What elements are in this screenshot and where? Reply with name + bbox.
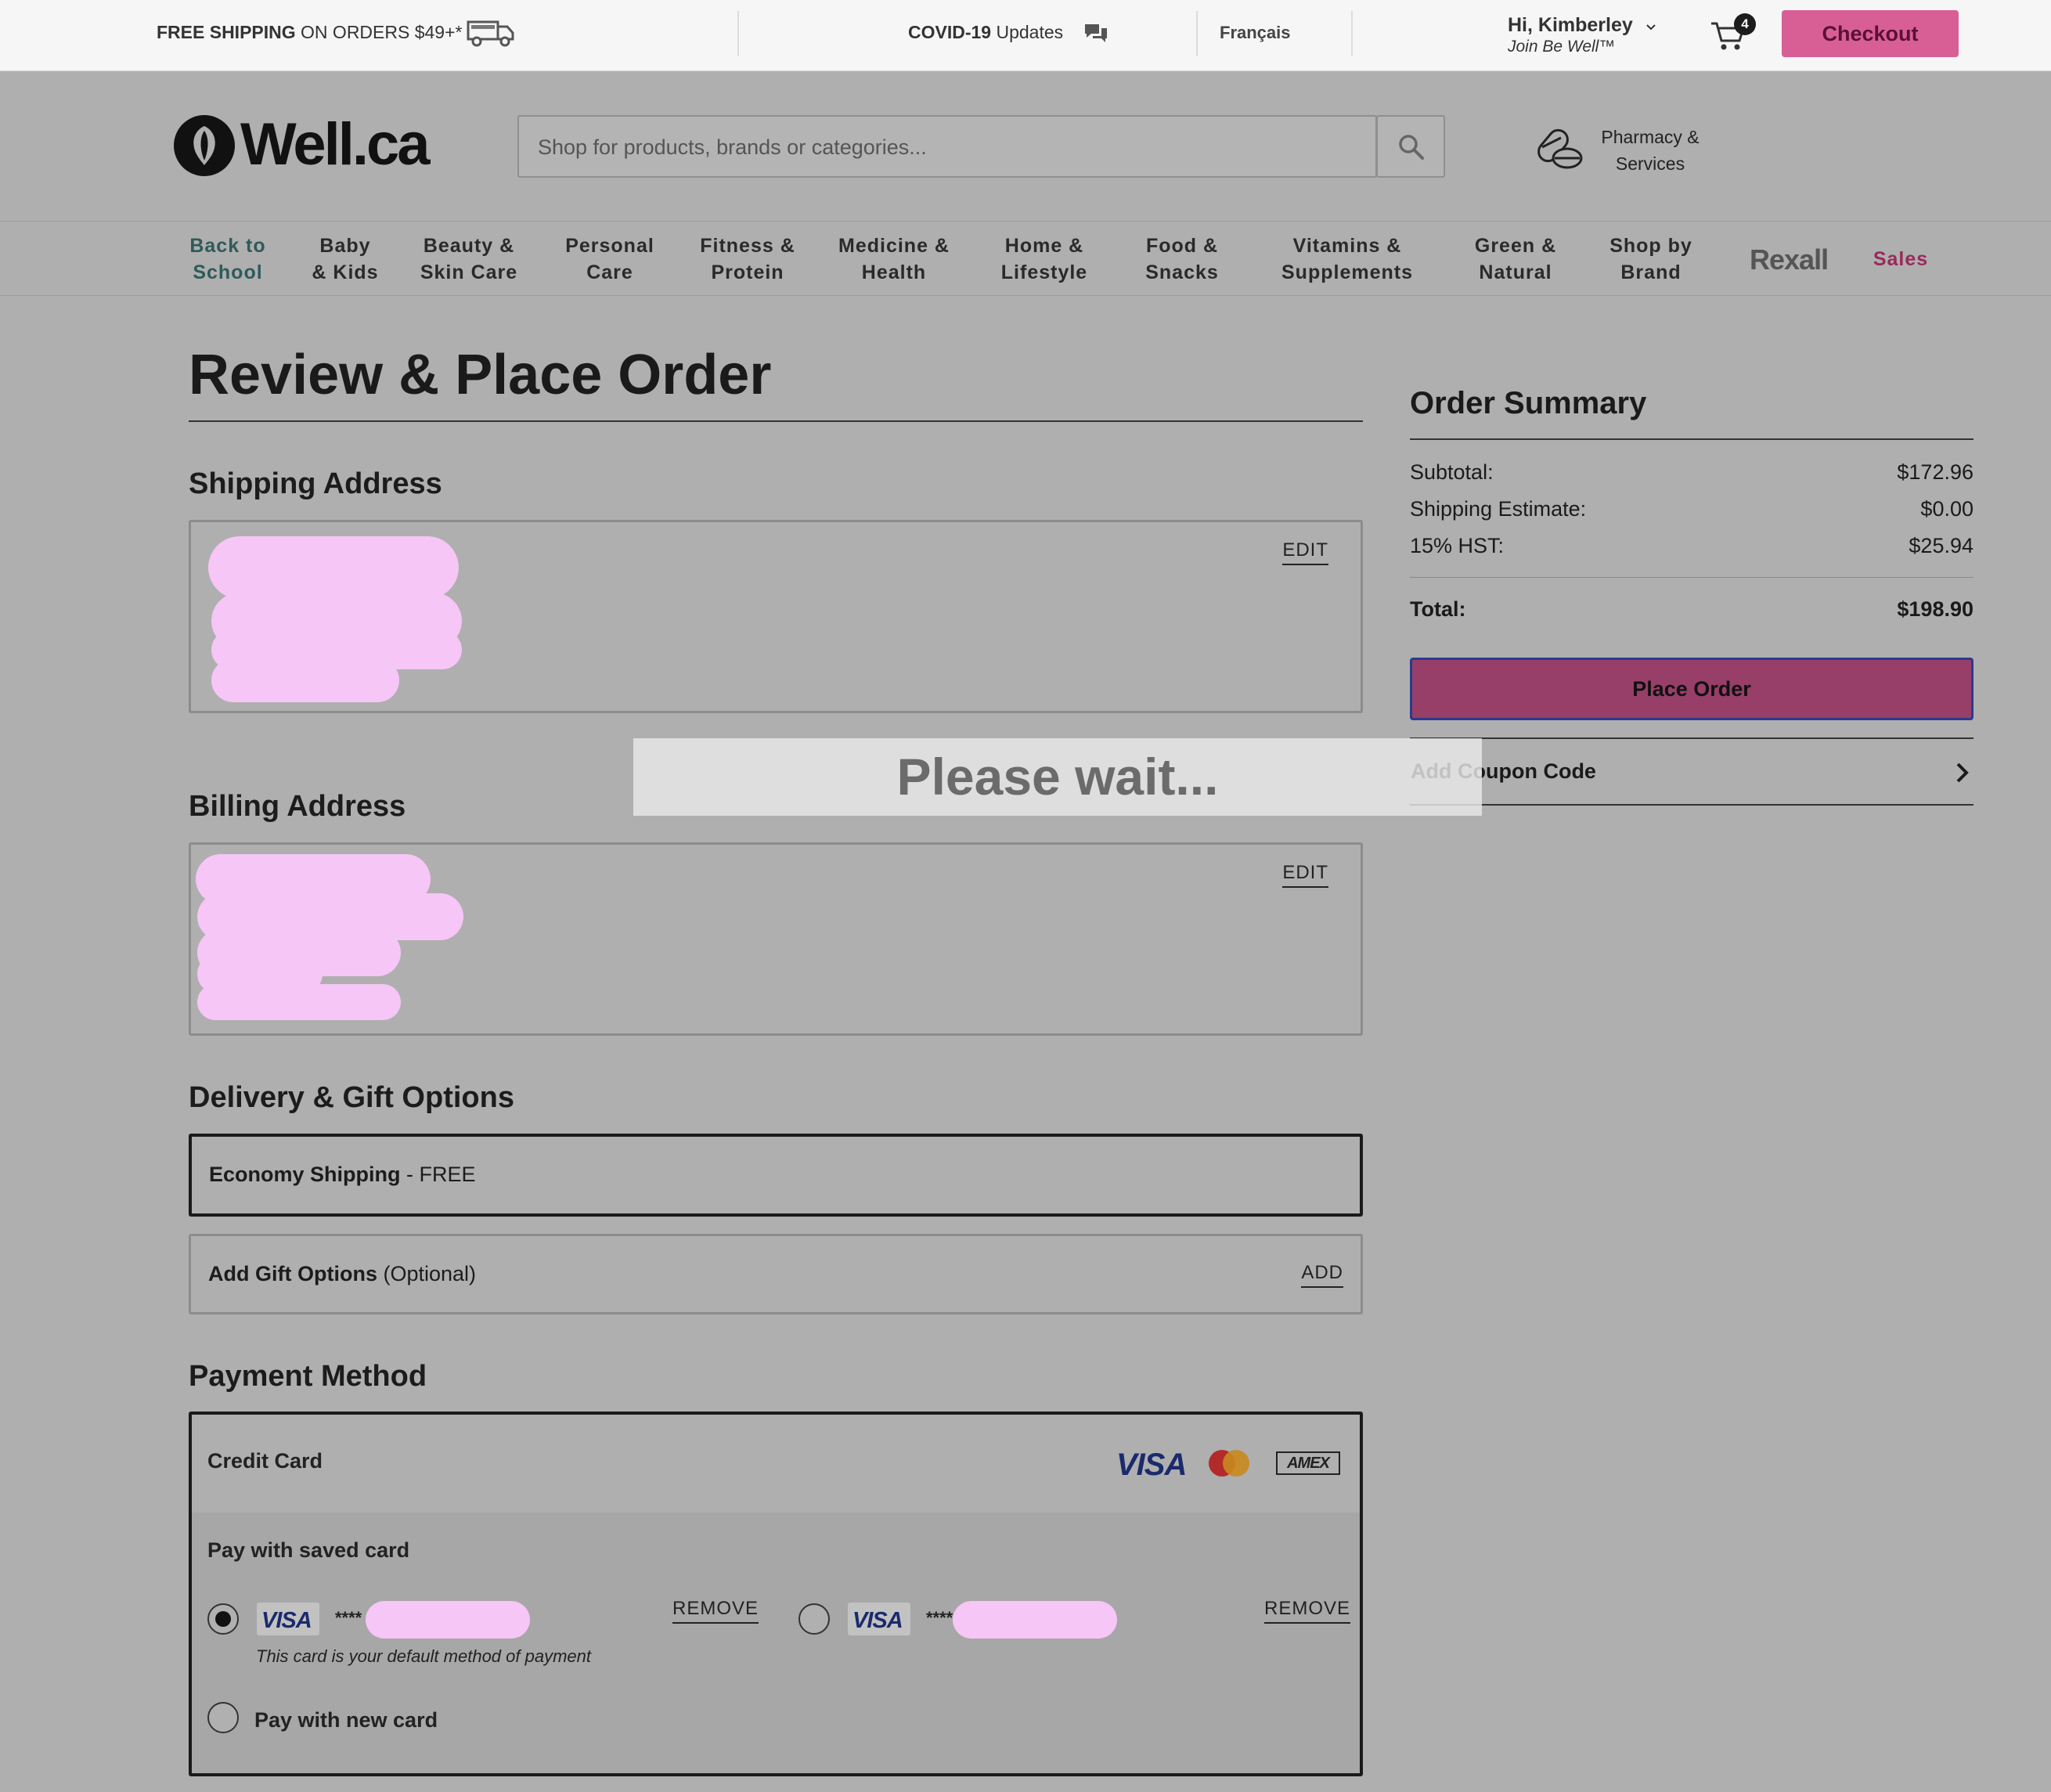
masked-card-number: **** bbox=[926, 1608, 953, 1628]
subtotal-value: $172.96 bbox=[1897, 460, 1974, 484]
nav-medicine-health[interactable]: Medicine & Health bbox=[838, 233, 950, 286]
redacted-address bbox=[208, 536, 459, 599]
nav-green-natural[interactable]: Green & Natural bbox=[1475, 233, 1556, 286]
checkout-button[interactable]: Checkout bbox=[1782, 10, 1959, 57]
order-summary-heading: Order Summary bbox=[1410, 386, 1647, 420]
search-button[interactable] bbox=[1376, 115, 1445, 178]
chevron-right-icon[interactable] bbox=[1954, 761, 1971, 784]
credit-card-label: Credit Card bbox=[207, 1449, 323, 1473]
amex-logo-icon: AMEX bbox=[1276, 1451, 1340, 1475]
place-order-button[interactable]: Place Order bbox=[1410, 658, 1974, 720]
visa-logo-icon: VISA bbox=[1116, 1448, 1187, 1482]
payment-method-panel: Credit Card VISA AMEX Pay with saved car… bbox=[189, 1412, 1363, 1776]
redacted-card-number bbox=[366, 1601, 530, 1639]
summary-divider bbox=[1410, 577, 1974, 578]
nav-sales[interactable]: Sales bbox=[1873, 246, 1928, 272]
gift-options-label: Add Gift Options (Optional) bbox=[208, 1262, 477, 1285]
pills-icon bbox=[1537, 128, 1583, 169]
language-toggle[interactable]: Français bbox=[1220, 23, 1291, 43]
visa-card-icon: VISA bbox=[848, 1603, 910, 1635]
delivery-gift-heading: Delivery & Gift Options bbox=[189, 1081, 514, 1114]
shipping-method-option[interactable]: Economy Shipping - FREE bbox=[189, 1134, 1363, 1217]
payment-method-heading: Payment Method bbox=[189, 1360, 427, 1393]
please-wait-overlay: Please wait... bbox=[633, 738, 1482, 816]
covid-updates-link[interactable]: COVID-19 Updates bbox=[908, 22, 1063, 43]
mastercard-logo-icon bbox=[1209, 1450, 1249, 1477]
tax-label: 15% HST: bbox=[1410, 534, 1505, 557]
tax-value: $25.94 bbox=[1909, 534, 1974, 557]
nav-baby-kids[interactable]: Baby & Kids bbox=[312, 233, 378, 286]
saved-card-radio-2[interactable] bbox=[798, 1603, 830, 1635]
shipping-address-card: EDIT bbox=[189, 520, 1363, 713]
title-divider bbox=[189, 420, 1363, 422]
add-gift-options-link[interactable]: ADD bbox=[1301, 1262, 1343, 1288]
pharmacy-services-link[interactable]: Pharmacy & Services bbox=[1589, 124, 1711, 177]
saved-card-radio-1[interactable] bbox=[207, 1603, 239, 1635]
subtotal-row: Subtotal: $172.96 bbox=[1410, 460, 1974, 485]
summary-divider bbox=[1410, 438, 1974, 440]
truck-icon bbox=[467, 20, 514, 47]
coupon-divider-bottom bbox=[1410, 804, 1974, 806]
chevron-down-icon[interactable] bbox=[1645, 23, 1656, 31]
redacted-address bbox=[211, 658, 399, 702]
visa-card-icon: VISA bbox=[257, 1603, 319, 1635]
total-label: Total: bbox=[1410, 597, 1466, 621]
new-card-radio[interactable] bbox=[207, 1702, 239, 1733]
nav-home-lifestyle[interactable]: Home & Lifestyle bbox=[1001, 233, 1087, 286]
cart-count-badge: 4 bbox=[1734, 13, 1756, 35]
subtotal-label: Subtotal: bbox=[1410, 460, 1494, 484]
redacted-card-number bbox=[953, 1601, 1117, 1639]
nav-rexall-logo[interactable]: Rexall bbox=[1750, 243, 1829, 276]
total-row: Total: $198.90 bbox=[1410, 597, 1974, 622]
credit-card-header[interactable]: Credit Card VISA AMEX bbox=[192, 1415, 1360, 1513]
nav-vitamins-supplements[interactable]: Vitamins & Supplements bbox=[1281, 233, 1413, 286]
remove-card-1-link[interactable]: REMOVE bbox=[672, 1598, 759, 1624]
shipping-estimate-value: $0.00 bbox=[1920, 497, 1974, 521]
category-nav: Back to School Baby & Kids Beauty & Skin Ca… bbox=[0, 221, 2051, 296]
divider bbox=[1351, 11, 1353, 56]
pay-with-new-card-label[interactable]: Pay with new card bbox=[254, 1708, 438, 1733]
shipping-estimate-label: Shipping Estimate: bbox=[1410, 497, 1587, 521]
search-input[interactable]: Shop for products, brands or categories.… bbox=[517, 115, 1377, 178]
masked-card-number: **** bbox=[335, 1608, 362, 1628]
logo-wordmark[interactable]: Well.ca bbox=[240, 110, 431, 179]
free-shipping-banner[interactable]: FREE SHIPPING ON ORDERS $49+* bbox=[157, 22, 463, 43]
please-wait-message: Please wait... bbox=[896, 748, 1219, 806]
total-value: $198.90 bbox=[1897, 597, 1974, 621]
shipping-address-heading: Shipping Address bbox=[189, 467, 442, 500]
nav-beauty-skin-care[interactable]: Beauty & Skin Care bbox=[420, 233, 517, 286]
pharmacy-line1: Pharmacy & bbox=[1601, 127, 1700, 147]
gift-options-row: Add Gift Options (Optional) ADD bbox=[189, 1234, 1363, 1314]
search-placeholder: Shop for products, brands or categories.… bbox=[538, 135, 927, 159]
top-bar: FREE SHIPPING ON ORDERS $49+* COVID-19 U… bbox=[0, 0, 2051, 71]
nav-back-to-school[interactable]: Back to School bbox=[189, 233, 265, 286]
join-be-well-link[interactable]: Join Be Well™ bbox=[1508, 38, 1615, 56]
redacted-address bbox=[197, 984, 401, 1020]
shipping-method-label: Economy Shipping - FREE bbox=[209, 1163, 476, 1186]
edit-shipping-address-link[interactable]: EDIT bbox=[1282, 539, 1328, 565]
nav-shop-by-brand[interactable]: Shop by Brand bbox=[1609, 233, 1692, 286]
search-icon bbox=[1399, 135, 1424, 160]
pay-with-saved-card-label: Pay with saved card bbox=[207, 1538, 410, 1562]
edit-billing-address-link[interactable]: EDIT bbox=[1282, 862, 1328, 888]
remove-card-2-link[interactable]: REMOVE bbox=[1264, 1598, 1351, 1624]
divider bbox=[737, 11, 739, 56]
nav-fitness-protein[interactable]: Fitness & Protein bbox=[700, 233, 795, 286]
account-greeting[interactable]: Hi, Kimberley bbox=[1508, 14, 1633, 37]
page-title: Review & Place Order bbox=[189, 344, 772, 406]
default-card-note: This card is your default method of paym… bbox=[256, 1646, 591, 1666]
well-logo-icon[interactable] bbox=[172, 114, 236, 178]
billing-address-card: EDIT bbox=[189, 842, 1363, 1036]
pharmacy-line2: Services bbox=[1615, 153, 1685, 174]
coupon-divider-top bbox=[1410, 737, 1974, 739]
billing-address-heading: Billing Address bbox=[189, 790, 406, 823]
nav-personal-care[interactable]: Personal Care bbox=[565, 233, 654, 286]
shipping-estimate-row: Shipping Estimate: $0.00 bbox=[1410, 497, 1974, 521]
nav-food-snacks[interactable]: Food & Snacks bbox=[1145, 233, 1219, 286]
divider bbox=[1196, 11, 1198, 56]
tax-row: 15% HST: $25.94 bbox=[1410, 534, 1974, 558]
chat-icon bbox=[1085, 24, 1107, 42]
